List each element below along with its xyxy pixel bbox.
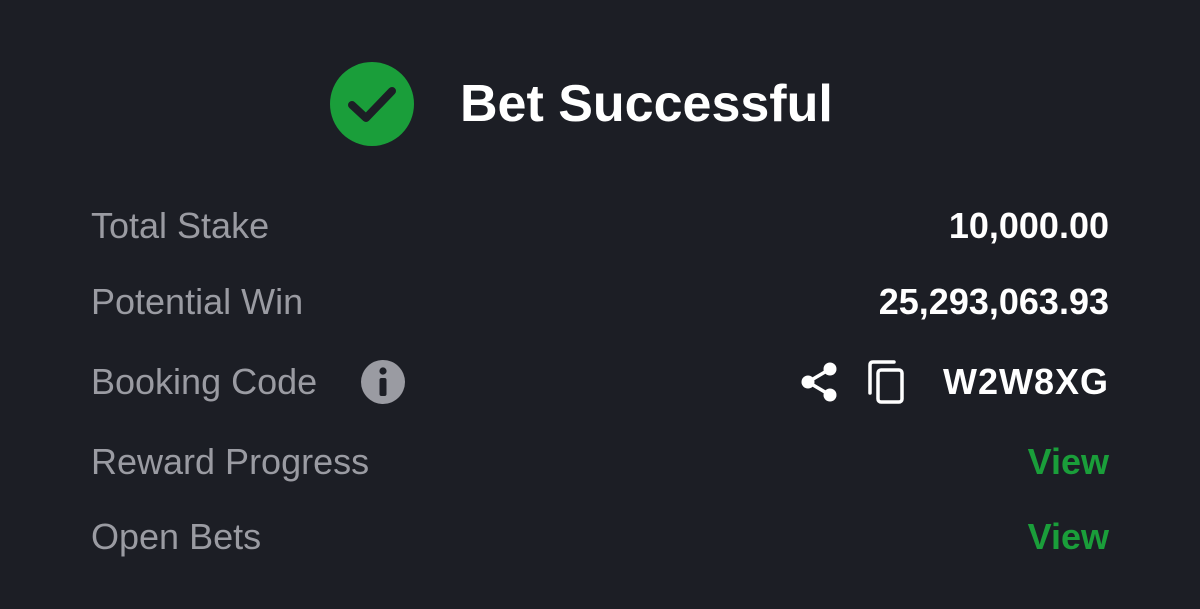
open-bets-view-link[interactable]: View	[1028, 512, 1109, 562]
booking-code-row: Booking Code W2W8XG	[91, 357, 1109, 407]
booking-code-label: Booking Code	[91, 361, 318, 402]
info-icon[interactable]	[361, 360, 405, 404]
reward-progress-row: Reward Progress View	[91, 437, 1109, 487]
page-title: Bet Successful	[460, 75, 833, 133]
reward-progress-label: Reward Progress	[91, 441, 370, 482]
copy-icon[interactable]	[866, 359, 906, 405]
check-circle-icon	[330, 62, 414, 146]
potential-win-label: Potential Win	[91, 281, 304, 322]
open-bets-label: Open Bets	[91, 516, 262, 557]
reward-progress-view-link[interactable]: View	[1028, 437, 1109, 487]
total-stake-row: Total Stake 10,000.00	[91, 201, 1109, 251]
potential-win-value: 25,293,063.93	[878, 281, 1109, 322]
total-stake-label: Total Stake	[91, 205, 270, 246]
share-icon[interactable]	[799, 361, 839, 403]
booking-code-value[interactable]: W2W8XG	[943, 357, 1109, 407]
success-header: Bet Successful	[0, 62, 1200, 146]
potential-win-row: Potential Win 25,293,063.93	[91, 277, 1109, 327]
total-stake-value: 10,000.00	[948, 205, 1109, 246]
open-bets-row: Open Bets View	[91, 512, 1109, 562]
